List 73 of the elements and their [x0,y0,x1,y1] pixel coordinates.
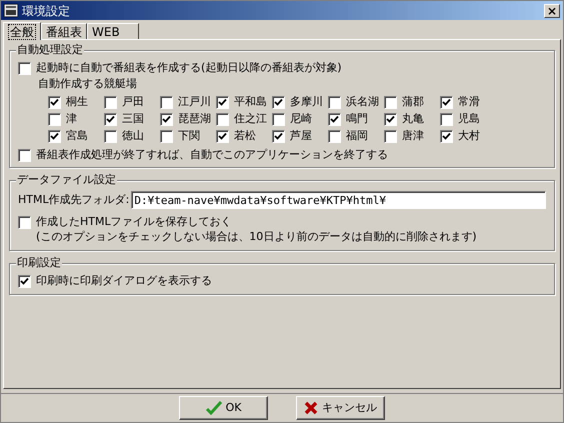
checkbox-label: 番組表作成処理が終了すれば、自動でこのアプリケーションを終了する [36,148,388,162]
check-icon [206,401,222,415]
folder-field[interactable]: D:¥team-nave¥mwdata¥software¥KTP¥html¥ [131,191,546,209]
checkbox[interactable] [272,112,285,126]
checkbox-label: 常滑 [458,95,480,109]
checkbox[interactable] [160,112,173,126]
checkbox-label: 児島 [458,112,480,126]
window-title: 環境設定 [22,4,71,18]
group-title: データファイル設定 [16,173,117,187]
checkbox[interactable] [48,112,61,126]
checkbox-label: 津 [66,112,77,126]
checkbox[interactable] [48,130,61,142]
group-title: 自動処理設定 [16,43,84,57]
checkbox[interactable] [216,130,229,142]
checkbox[interactable] [440,130,453,142]
cancel-button[interactable]: キャンセル [296,396,385,420]
checkbox[interactable] [160,130,173,142]
checkbox-label: 多摩川 [290,95,323,109]
checkbox-label: 若松 [234,129,256,143]
checkbox-label: 印刷時に印刷ダイアログを表示する [36,274,212,288]
close-button[interactable]: × [544,4,560,18]
checkbox[interactable] [18,274,31,288]
checkbox-label: 作成したHTMLファイルを保存しておく [36,215,232,229]
checkbox[interactable] [384,130,397,142]
checkbox[interactable] [104,130,117,142]
app-icon [4,4,18,17]
tab[interactable]: 全般 [3,22,41,40]
checkbox[interactable] [328,130,341,142]
checkbox-label: 浜名湖 [346,95,379,109]
tab[interactable]: 番組表 [41,23,87,39]
checkbox-label: 起動時に自動で番組表を作成する(起動日以降の番組表が対象) [36,61,342,75]
checkbox[interactable] [216,112,229,126]
checkbox-label: 琵琶湖 [178,112,211,126]
checkbox-label: 住之江 [234,112,267,126]
checkbox-label: 江戸川 [178,95,211,109]
checkbox[interactable] [440,112,453,126]
ok-button[interactable]: OK [179,396,268,420]
checkbox-label: 平和島 [234,95,267,109]
group-title: 印刷設定 [16,256,62,270]
checkbox-label: 大村 [458,129,480,143]
checkbox-label: 徳山 [122,129,144,143]
checkbox[interactable] [104,112,117,126]
folder-label: HTML作成先フォルダ: [18,193,130,207]
checkbox[interactable] [272,96,285,108]
checkbox[interactable] [328,96,341,108]
checkbox-label: 戸田 [122,95,144,109]
checkbox[interactable] [18,148,31,162]
tab[interactable]: WEB [87,23,139,39]
checkbox[interactable] [104,96,117,108]
checkbox-label: 桐生 [66,95,88,109]
note-text: (このオプションをチェックしない場合は、10日より前のデータは自動的に削除されます) [36,230,478,244]
venues-label: 自動作成する競艇場 [38,77,138,91]
checkbox-label: 尼崎 [290,112,312,126]
checkbox[interactable] [48,96,61,108]
checkbox-label: 福岡 [346,129,368,143]
cross-icon [304,401,318,415]
checkbox[interactable] [18,62,31,74]
checkbox[interactable] [272,130,285,142]
checkbox[interactable] [384,112,397,126]
checkbox-label: 三国 [122,112,144,126]
checkbox-label: 蒲郡 [402,95,424,109]
checkbox[interactable] [384,96,397,108]
checkbox[interactable] [440,96,453,108]
checkbox-label: 下関 [178,129,200,143]
checkbox-label: 鳴門 [346,112,368,126]
checkbox-label: 丸亀 [402,112,424,126]
checkbox-label: 宮島 [66,129,88,143]
checkbox[interactable] [328,112,341,126]
checkbox[interactable] [216,96,229,108]
checkbox[interactable] [18,216,31,228]
checkbox-label: 芦屋 [290,129,312,143]
checkbox[interactable] [160,96,173,108]
checkbox-label: 唐津 [402,129,424,143]
